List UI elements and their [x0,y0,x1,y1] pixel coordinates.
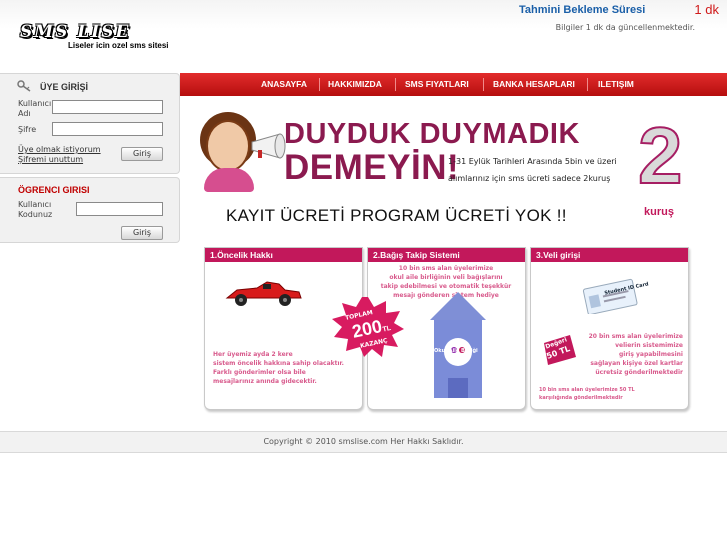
update-info: Bilgiler 1 dk da güncellenmektedir. [555,23,695,32]
member-login-title: ÜYE GİRİŞİ [40,82,89,92]
promo-banner: DUYDUK DUYMADIK DEMEYİN! 1-31 Eylük Tari… [198,110,694,235]
page: SMS LISE Liseler icin ozel sms sitesi Ta… [0,0,727,545]
logo-text: SMS LISE [20,22,131,42]
feature-card-parent-login: 3.Veli girişi Student ID Card 20 bin sms… [530,247,689,410]
forgot-password-link[interactable]: Şifremi unuttum [18,155,83,165]
username-label-line2: Adı [18,109,31,118]
nav-separator [395,78,396,91]
nav-separator [587,78,588,91]
nav-about[interactable]: HAKKIMIZDA [328,73,382,96]
nav-separator [319,78,320,91]
card-text-line: Farklı gönderimler olsa bile [213,369,306,376]
card-text-line: okul aile birliğinin veli bağışlarını [389,274,503,281]
student-id-card-icon [582,278,638,314]
student-code-label-line1: Kullanıcı [18,200,52,209]
card-footnote-line: 10 bin sms alan üyelerimize 50 TL [539,387,635,393]
burst-value-unit: TL [381,324,392,334]
header: SMS LISE Liseler icin ozel sms sitesi Ta… [0,0,727,72]
student-login-button[interactable]: Giriş [121,226,163,240]
big-price-number: 2 [637,111,683,200]
nav-home[interactable]: ANASAYFA [261,73,307,96]
card-footnote-line: karşılığında gönderilmektedir [539,395,623,401]
card-text-line: sistem öncelik hakkına sahip olacaktır. [213,360,344,367]
woman-face-illustration [206,120,250,172]
student-login-box: ÖGRENCI GIRISI Kullanıcı Kodunuz Giriş [0,177,180,243]
headline-line2: DEMEYİN! [284,148,460,187]
card-title: 3.Veli girişi [531,248,688,262]
card-text: Her üyemiz ayda 2 kere sistem öncelik ha… [213,350,344,386]
headline-line1: DUYDUK DUYMADIK [284,118,580,150]
site-logo[interactable]: SMS LISE Liseler icin ozel sms sitesi [20,24,170,52]
password-label: Şifre [18,125,37,134]
card-text-line: mesajlarınız anında gidecektir. [213,378,317,385]
card-footnote: 10 bin sms alan üyelerimize 50 TL karşıl… [539,386,635,402]
big-price-unit: kuruş [644,206,674,218]
woman-body-illustration [204,168,254,192]
nav-contact[interactable]: ILETIŞIM [598,73,634,96]
promo-text-line1: 1-31 Eylük Tarihleri Arasında 5bin ve üz… [448,157,617,166]
member-login-box: ÜYE GİRİŞİ Kullanıcı Adı Şifre Üye olmak… [0,73,180,174]
card-title: 1.Öncelik Hakkı [205,248,362,262]
username-label-line1: Kullanıcı [18,99,52,108]
member-login-button[interactable]: Giriş [121,147,163,161]
footer: Copyright © 2010 smslise.com Her Hakkı S… [0,431,727,453]
username-label: Kullanıcı Adı [18,99,51,119]
student-login-title: ÖGRENCI GIRISI [18,185,90,195]
signup-link[interactable]: Üye olmak istiyorum [18,145,101,155]
student-code-input[interactable] [76,202,163,216]
race-car-icon [225,281,302,306]
nav-bank-accounts[interactable]: BANKA HESAPLARI [493,73,575,96]
username-input[interactable] [52,100,163,114]
student-code-label-line2: Kodunuz [18,210,53,219]
wait-time-value: 1 dk [694,2,719,17]
student-code-label: Kullanıcı Kodunuz [18,200,52,220]
wait-time-label: Tahmini Bekleme Süresi [519,4,646,16]
logo-tagline: Liseler icin ozel sms sitesi [68,41,169,50]
no-fee-text: KAYIT ÜCRETİ PROGRAM ÜCRETİ YOK !! [226,206,567,225]
card-text-line: 10 bin sms alan üyelerimize [398,265,494,272]
nav-sms-prices[interactable]: SMS FIYATLARI [405,73,469,96]
card-text-line: Her üyemiz ayda 2 kere [213,351,293,358]
nav-separator [483,78,484,91]
house-label: Okul Aile Birliği [434,348,478,354]
password-input[interactable] [52,122,163,136]
card-text-line: ücretsiz gönderilmektedir [595,369,683,376]
card-title: 2.Bağış Takip Sistemi [368,248,525,262]
school-house-icon [430,292,486,398]
main-nav: ANASAYFA HAKKIMIZDA SMS FIYATLARI BANKA … [180,73,727,96]
copyright-text: Copyright © 2010 smslise.com Her Hakkı S… [263,437,464,446]
key-icon [17,80,31,92]
promo-text-line2: alımlarınız için sms ücreti sadece 2kuru… [448,174,611,183]
